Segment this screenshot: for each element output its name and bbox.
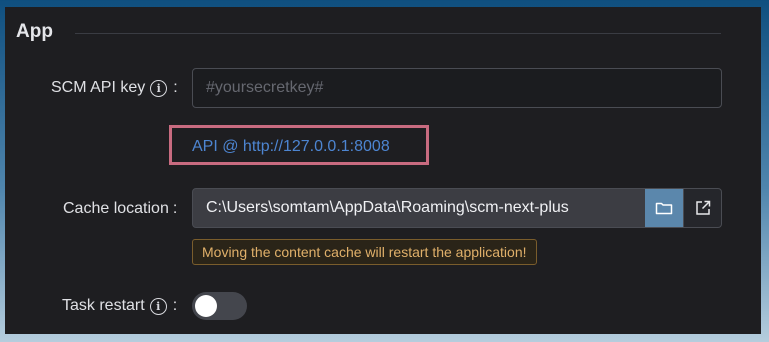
api-key-label-row: SCM API key i : xyxy=(51,79,178,97)
task-restart-colon: : xyxy=(172,297,178,314)
cache-label-row: Cache location : xyxy=(63,200,177,218)
app-settings-panel: App SCM API key i : API @ http://127.0.0… xyxy=(5,7,761,334)
folder-icon xyxy=(655,202,673,215)
info-icon[interactable]: i xyxy=(150,79,168,97)
api-url-link[interactable]: API @ http://127.0.0.1:8008 xyxy=(192,138,390,156)
browse-folder-button[interactable] xyxy=(645,189,683,227)
cache-warning: Moving the content cache will restart th… xyxy=(192,239,537,265)
task-restart-label: Task restart xyxy=(62,297,145,314)
section-title: App xyxy=(16,21,53,42)
info-icon[interactable]: i xyxy=(149,297,167,315)
api-key-colon: : xyxy=(173,79,178,96)
cache-location-label: Cache location xyxy=(63,200,169,217)
toggle-knob xyxy=(195,295,217,317)
api-key-input[interactable] xyxy=(192,68,722,108)
cache-location-value[interactable]: C:\Users\somtam\AppData\Roaming\scm-next… xyxy=(193,189,645,227)
api-key-label: SCM API key xyxy=(51,79,146,96)
external-link-icon xyxy=(695,200,710,215)
task-restart-toggle[interactable] xyxy=(192,292,247,320)
task-restart-label-row: Task restart i : xyxy=(62,297,177,315)
section-divider xyxy=(75,33,721,34)
open-folder-button[interactable] xyxy=(683,189,721,227)
cache-colon: : xyxy=(172,200,178,217)
cache-location-field: C:\Users\somtam\AppData\Roaming\scm-next… xyxy=(192,188,722,228)
